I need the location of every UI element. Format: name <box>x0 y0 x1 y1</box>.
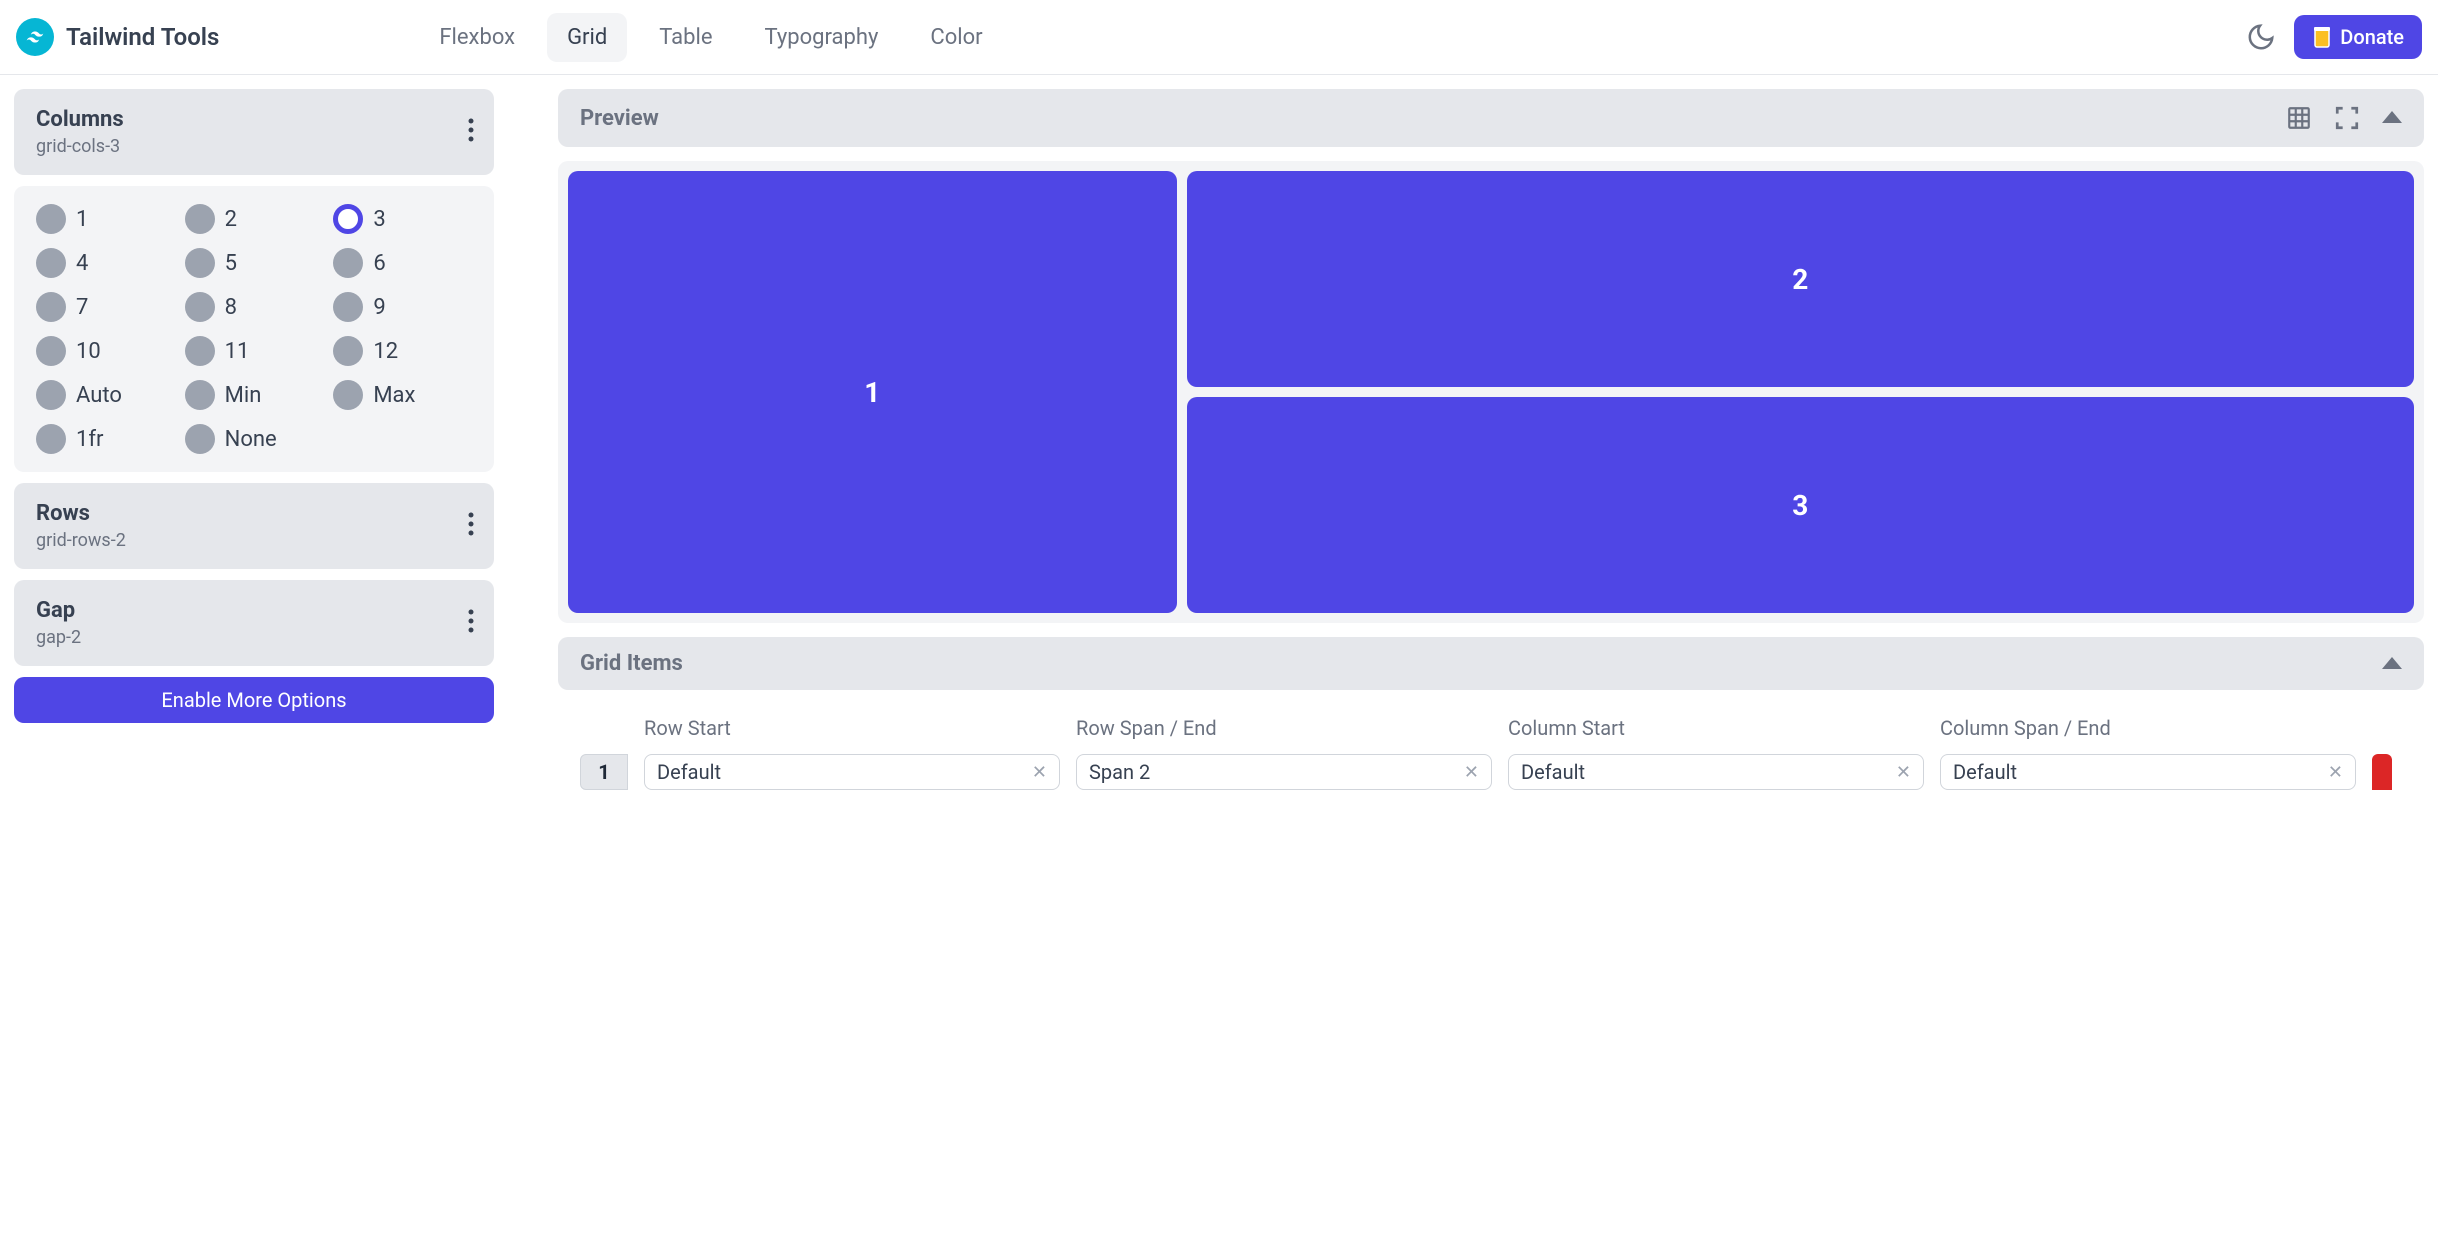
radio-icon <box>185 204 215 234</box>
col-option-12[interactable]: 12 <box>333 336 472 366</box>
radio-icon <box>333 336 363 366</box>
radio-icon <box>36 336 66 366</box>
col-option-max[interactable]: Max <box>333 380 472 410</box>
grid-items-header: Grid Items <box>558 637 2424 690</box>
th-col-start: Column Start <box>1508 716 1924 740</box>
radio-icon <box>36 248 66 278</box>
nav-grid[interactable]: Grid <box>547 13 627 62</box>
preview-canvas: 1 2 3 <box>558 161 2424 623</box>
col-option-8[interactable]: 8 <box>185 292 324 322</box>
col-option-none[interactable]: None <box>185 424 324 454</box>
col-option-4[interactable]: 4 <box>36 248 175 278</box>
clear-icon[interactable]: ✕ <box>1896 762 1911 783</box>
nav-flexbox[interactable]: Flexbox <box>419 13 535 62</box>
col-start-select[interactable]: Default✕ <box>1508 754 1924 790</box>
donate-button[interactable]: Donate <box>2294 15 2422 59</box>
rows-subtitle: grid-rows-2 <box>36 530 472 551</box>
gap-panel-header[interactable]: Gap gap-2 <box>14 580 494 666</box>
row-number[interactable]: 1 <box>580 754 628 790</box>
radio-icon <box>333 292 363 322</box>
col-option-7[interactable]: 7 <box>36 292 175 322</box>
grid-preview: 1 2 3 <box>568 171 2414 613</box>
delete-row-button[interactable] <box>2372 754 2392 790</box>
clear-icon[interactable]: ✕ <box>1032 762 1047 783</box>
rows-menu-icon[interactable] <box>468 512 474 540</box>
preview-cell-3[interactable]: 3 <box>1187 397 2414 613</box>
col-option-auto[interactable]: Auto <box>36 380 175 410</box>
radio-icon <box>333 204 363 234</box>
table-headers: Row Start Row Span / End Column Start Co… <box>580 716 2402 740</box>
th-row-span: Row Span / End <box>1076 716 1492 740</box>
donate-label: Donate <box>2340 25 2404 49</box>
col-option-10[interactable]: 10 <box>36 336 175 366</box>
nav-table[interactable]: Table <box>639 13 732 62</box>
content-area: Preview 1 2 3 Grid Items Row Start <box>558 89 2424 790</box>
columns-menu-icon[interactable] <box>468 118 474 146</box>
col-option-6[interactable]: 6 <box>333 248 472 278</box>
radio-icon <box>185 336 215 366</box>
clear-icon[interactable]: ✕ <box>2328 762 2343 783</box>
row-start-select[interactable]: Default✕ <box>644 754 1060 790</box>
collapse-icon[interactable] <box>2382 657 2402 671</box>
th-row-start: Row Start <box>644 716 1060 740</box>
col-span-select[interactable]: Default✕ <box>1940 754 2356 790</box>
col-option-11[interactable]: 11 <box>185 336 324 366</box>
radio-icon <box>36 380 66 410</box>
clear-icon[interactable]: ✕ <box>1464 762 1479 783</box>
col-option-min[interactable]: Min <box>185 380 324 410</box>
radio-icon <box>333 380 363 410</box>
radio-icon <box>185 292 215 322</box>
rows-panel-header[interactable]: Rows grid-rows-2 <box>14 483 494 569</box>
grid-items-table: Row Start Row Span / End Column Start Co… <box>558 704 2424 790</box>
preview-title: Preview <box>580 106 659 131</box>
logo-icon <box>16 18 54 56</box>
app-header: Tailwind Tools Flexbox Grid Table Typogr… <box>0 0 2438 75</box>
main-nav: Flexbox Grid Table Typography Color <box>419 13 1002 62</box>
columns-options: 1 2 3 4 5 6 7 8 9 10 11 12 Auto Min Max … <box>14 186 494 472</box>
columns-panel-header: Columns grid-cols-3 <box>14 89 494 175</box>
radio-icon <box>185 424 215 454</box>
col-option-1fr[interactable]: 1fr <box>36 424 175 454</box>
radio-icon <box>185 380 215 410</box>
radio-icon <box>36 292 66 322</box>
col-option-1[interactable]: 1 <box>36 204 175 234</box>
cup-icon <box>2312 25 2332 49</box>
radio-icon <box>333 248 363 278</box>
radio-icon <box>36 204 66 234</box>
fullscreen-icon[interactable] <box>2334 105 2360 131</box>
grid-items-title: Grid Items <box>580 651 683 676</box>
radio-icon <box>36 424 66 454</box>
gap-menu-icon[interactable] <box>468 609 474 637</box>
nav-typography[interactable]: Typography <box>745 13 899 62</box>
table-row: 1 Default✕ Span 2✕ Default✕ Default✕ <box>580 754 2402 790</box>
brand-text: Tailwind Tools <box>66 23 219 51</box>
col-option-3[interactable]: 3 <box>333 204 472 234</box>
col-option-2[interactable]: 2 <box>185 204 324 234</box>
rows-title: Rows <box>36 501 472 526</box>
radio-icon <box>185 248 215 278</box>
header-actions: Donate <box>2246 15 2422 59</box>
main-content: Columns grid-cols-3 1 2 3 4 5 6 7 8 9 10… <box>0 75 2438 804</box>
gap-subtitle: gap-2 <box>36 627 472 648</box>
preview-actions <box>2286 105 2402 131</box>
gap-title: Gap <box>36 598 472 623</box>
col-option-9[interactable]: 9 <box>333 292 472 322</box>
row-span-select[interactable]: Span 2✕ <box>1076 754 1492 790</box>
sidebar: Columns grid-cols-3 1 2 3 4 5 6 7 8 9 10… <box>14 89 494 790</box>
th-col-span: Column Span / End <box>1940 716 2356 740</box>
preview-header: Preview <box>558 89 2424 147</box>
grid-view-icon[interactable] <box>2286 105 2312 131</box>
enable-more-options-button[interactable]: Enable More Options <box>14 677 494 723</box>
columns-title: Columns <box>36 107 472 132</box>
col-option-5[interactable]: 5 <box>185 248 324 278</box>
preview-cell-1[interactable]: 1 <box>568 171 1177 613</box>
preview-cell-2[interactable]: 2 <box>1187 171 2414 387</box>
columns-subtitle: grid-cols-3 <box>36 136 472 157</box>
brand[interactable]: Tailwind Tools <box>16 18 219 56</box>
nav-color[interactable]: Color <box>910 13 1002 62</box>
dark-mode-icon[interactable] <box>2246 22 2276 52</box>
collapse-icon[interactable] <box>2382 111 2402 125</box>
